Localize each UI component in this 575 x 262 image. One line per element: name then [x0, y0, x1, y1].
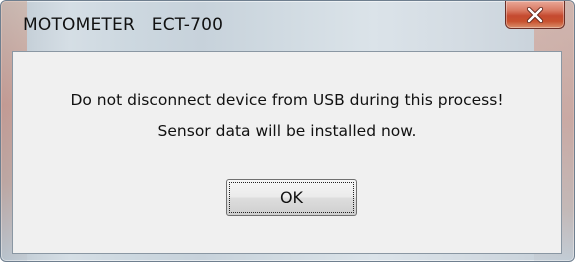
message-line-2: Sensor data will be installed now. — [157, 122, 417, 140]
dialog-message: Do not disconnect device from USB during… — [13, 85, 561, 147]
ok-button[interactable]: OK — [226, 179, 357, 216]
window-title: MOTOMETER ECT-700 — [23, 15, 224, 35]
ok-button-label: OK — [229, 182, 354, 213]
title-bar[interactable]: MOTOMETER ECT-700 — [1, 1, 574, 51]
dialog-content: Do not disconnect device from USB during… — [12, 51, 562, 254]
dialog-window: MOTOMETER ECT-700 Do not disconnect devi… — [0, 0, 575, 262]
close-button[interactable] — [505, 1, 565, 29]
close-icon — [526, 6, 544, 23]
message-line-1: Do not disconnect device from USB during… — [70, 91, 504, 109]
